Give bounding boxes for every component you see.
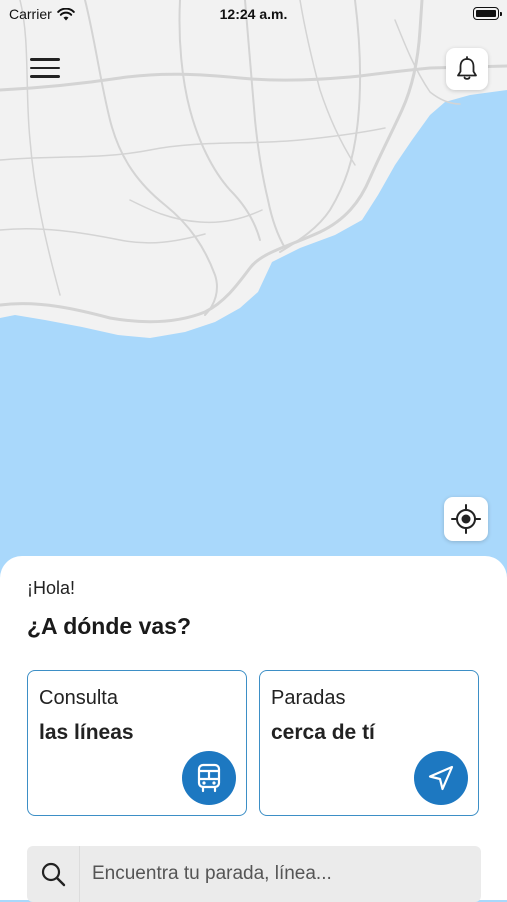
bell-icon xyxy=(457,56,477,80)
nearby-stops-card-label: Paradas xyxy=(271,687,346,709)
nearby-stops-card-title: cerca de tí xyxy=(271,721,375,744)
bottom-sheet: ¡Hola! ¿A dónde vas? Consulta las líneas… xyxy=(0,556,507,902)
navigation-icon-button[interactable] xyxy=(414,751,468,805)
bus-icon-button[interactable] xyxy=(182,751,236,805)
question-heading: ¿A dónde vas? xyxy=(27,613,191,639)
map-view[interactable] xyxy=(0,0,507,600)
menu-button[interactable] xyxy=(28,52,64,86)
status-bar: Carrier 12:24 a.m. xyxy=(0,0,507,28)
crosshair-icon xyxy=(451,504,481,534)
locate-me-button[interactable] xyxy=(444,497,488,541)
search-input[interactable] xyxy=(80,862,474,886)
bus-icon xyxy=(197,763,221,793)
lines-card-label: Consulta xyxy=(39,687,118,709)
greeting-text: ¡Hola! xyxy=(27,578,76,598)
nearby-stops-card[interactable]: Paradas cerca de tí xyxy=(259,670,479,816)
lines-card-title: las líneas xyxy=(39,721,134,744)
status-time: 12:24 a.m. xyxy=(219,6,288,22)
battery-icon xyxy=(473,7,502,20)
search-icon xyxy=(27,846,80,902)
notifications-button[interactable] xyxy=(446,48,488,90)
hamburger-menu-icon xyxy=(30,58,60,61)
search-bar[interactable] xyxy=(27,846,481,902)
navigation-arrow-icon xyxy=(428,765,454,791)
lines-card[interactable]: Consulta las líneas xyxy=(27,670,247,816)
